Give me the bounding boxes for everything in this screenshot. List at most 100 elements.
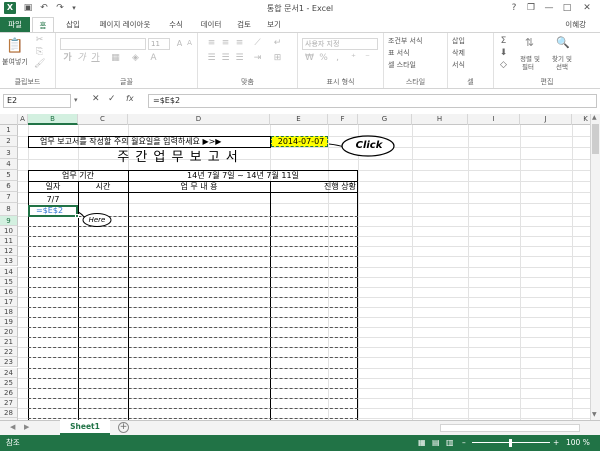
maximize-button[interactable]: □ bbox=[558, 1, 576, 15]
editing-group-label: 편집 bbox=[540, 78, 554, 86]
scroll-down-icon[interactable]: ▼ bbox=[592, 411, 597, 418]
zoom-out-button[interactable]: – bbox=[462, 435, 466, 451]
autosum-icon[interactable]: Σ bbox=[498, 36, 509, 47]
format-as-table-button[interactable]: 표 서식 bbox=[388, 48, 410, 58]
tab-data[interactable]: 데이터 bbox=[194, 17, 228, 32]
merge-center-icon[interactable]: ⊞ bbox=[272, 53, 283, 64]
align-left-icon[interactable]: ☰ bbox=[206, 53, 217, 64]
comma-style-icon[interactable]: , bbox=[332, 53, 343, 64]
page-layout-view-icon[interactable]: ▤ bbox=[432, 435, 440, 451]
sort-filter-icon[interactable]: ⇅ bbox=[524, 37, 535, 48]
delete-cells-button[interactable]: 삭제 bbox=[452, 48, 465, 58]
clipboard-group: 📋 붙여넣기 ✂ ⎘ 🖌 클립보드 bbox=[0, 33, 56, 88]
scroll-up-icon[interactable]: ▲ bbox=[592, 114, 597, 121]
prev-sheet-icon[interactable]: ◀ bbox=[10, 423, 15, 431]
borders-icon[interactable]: ▦ bbox=[110, 53, 121, 64]
filter-label[interactable]: 필터 bbox=[522, 61, 534, 71]
insert-cells-button[interactable]: 삽입 bbox=[452, 36, 465, 46]
zoom-slider-thumb[interactable] bbox=[509, 439, 512, 447]
font-color-icon[interactable]: A bbox=[148, 53, 159, 64]
orientation-icon[interactable]: ⟋ bbox=[252, 38, 263, 49]
cell-styles-button[interactable]: 셀 스타일 bbox=[388, 60, 416, 70]
insert-function-icon[interactable]: fx bbox=[126, 94, 134, 103]
paste-label[interactable]: 붙여넣기 bbox=[2, 57, 28, 67]
name-box[interactable]: E2 bbox=[3, 94, 71, 108]
status-bar: 참조 ▦ ▤ ▥ – + 100 % bbox=[0, 435, 600, 451]
font-name-box[interactable] bbox=[60, 38, 146, 50]
clipboard-group-label: 클립보드 bbox=[14, 78, 41, 86]
underline-button[interactable]: 가 bbox=[90, 53, 101, 64]
cancel-icon[interactable]: ✕ bbox=[92, 94, 100, 104]
cells-group: 삽입 삭제 서식 셀 bbox=[448, 33, 494, 88]
close-button[interactable]: ✕ bbox=[578, 1, 596, 15]
zoom-in-button[interactable]: + bbox=[553, 435, 559, 451]
decrease-decimal-icon[interactable]: ⁻ bbox=[362, 53, 373, 64]
bold-button[interactable]: 가 bbox=[62, 53, 73, 64]
format-painter-icon[interactable]: 🖌 bbox=[34, 59, 45, 70]
fill-color-icon[interactable]: ◈ bbox=[130, 53, 141, 64]
sheet-tab-sheet1[interactable]: Sheet1 bbox=[60, 420, 110, 435]
ribbon: 📋 붙여넣기 ✂ ⎘ 🖌 클립보드 11 A A 가 가 가 ▦ ◈ A 글꼴 … bbox=[0, 32, 600, 89]
fill-icon[interactable]: ⬇ bbox=[498, 48, 509, 59]
editing-group: Σ ⬇ ◇ ⇅ 정렬 및 필터 🔍 찾기 및 선택 편집 bbox=[494, 33, 600, 88]
clear-icon[interactable]: ◇ bbox=[498, 60, 509, 71]
click-annotation: Click bbox=[355, 140, 383, 151]
align-bottom-icon[interactable]: ≡ bbox=[234, 38, 245, 49]
paste-icon[interactable]: 📋 bbox=[6, 37, 23, 55]
tab-view[interactable]: 보기 bbox=[262, 17, 286, 32]
increase-decimal-icon[interactable]: ⁺ bbox=[348, 53, 359, 64]
annotation-layer bbox=[77, 135, 395, 227]
copy-icon[interactable]: ⎘ bbox=[34, 47, 45, 58]
styles-group: 조건부 서식 표 서식 셀 스타일 스타일 bbox=[384, 33, 448, 88]
shrink-font-icon[interactable]: A bbox=[184, 38, 195, 49]
align-center-icon[interactable]: ☰ bbox=[220, 53, 231, 64]
wrap-text-icon[interactable]: ↵ bbox=[272, 38, 283, 49]
here-annotation: Here bbox=[88, 216, 106, 224]
zoom-level[interactable]: 100 % bbox=[566, 435, 590, 451]
formula-bar: E2 ▾ ✕ ✓ fx =$E$2 bbox=[0, 92, 600, 110]
status-mode: 참조 bbox=[6, 438, 20, 447]
format-cells-button[interactable]: 서식 bbox=[452, 60, 465, 70]
number-format-box[interactable]: 사용자 지정 bbox=[302, 38, 378, 50]
currency-icon[interactable]: ₩ bbox=[304, 53, 315, 64]
here-pointer bbox=[77, 211, 85, 218]
scroll-thumb[interactable] bbox=[592, 124, 599, 154]
vertical-scrollbar[interactable]: ▲ ▼ bbox=[590, 114, 600, 420]
tab-insert[interactable]: 삽입 bbox=[60, 17, 86, 32]
new-sheet-button[interactable]: + bbox=[118, 422, 129, 433]
minimize-button[interactable]: — bbox=[540, 1, 558, 15]
tab-file[interactable]: 파일 bbox=[0, 17, 30, 32]
page-break-view-icon[interactable]: ▥ bbox=[446, 435, 454, 451]
align-middle-icon[interactable]: ≡ bbox=[220, 38, 231, 49]
worksheet-grid[interactable]: ABCDEFGHIJK 1 2 3 4 5 6 7 8 9 10 11 12 13 14 15 16 17 18 1… bbox=[0, 114, 590, 420]
find-binoculars-icon[interactable]: 🔍 bbox=[556, 37, 570, 48]
alignment-group: ≡ ≡ ≡ ⟋ ↵ ☰ ☰ ☰ ⇥ ⊞ 맞춤 bbox=[198, 33, 298, 88]
formula-input[interactable]: =$E$2 bbox=[148, 94, 597, 108]
conditional-format-button[interactable]: 조건부 서식 bbox=[388, 36, 422, 46]
user-name[interactable]: 이혜강 bbox=[565, 17, 586, 32]
alignment-group-label: 맞춤 bbox=[241, 78, 254, 86]
tab-review[interactable]: 검토 bbox=[232, 17, 256, 32]
cut-icon[interactable]: ✂ bbox=[34, 35, 45, 46]
ribbon-tabs: 파일 홈 삽입 페이지 레이아웃 수식 데이터 검토 보기 bbox=[0, 17, 600, 33]
name-box-dropdown-icon[interactable]: ▾ bbox=[74, 96, 78, 104]
align-top-icon[interactable]: ≡ bbox=[206, 38, 217, 49]
font-size-box[interactable]: 11 bbox=[148, 38, 170, 50]
tab-page-layout[interactable]: 페이지 레이아웃 bbox=[90, 17, 160, 32]
indent-icon[interactable]: ⇥ bbox=[252, 53, 263, 64]
horizontal-scrollbar[interactable] bbox=[440, 424, 580, 432]
enter-icon[interactable]: ✓ bbox=[108, 94, 116, 104]
tab-home[interactable]: 홈 bbox=[32, 17, 54, 33]
select-label[interactable]: 선택 bbox=[556, 61, 568, 71]
normal-view-icon[interactable]: ▦ bbox=[418, 435, 426, 451]
help-button[interactable]: ? bbox=[505, 1, 523, 15]
sheet-tab-bar: ◀ ▶ Sheet1 + bbox=[0, 420, 600, 435]
align-right-icon[interactable]: ☰ bbox=[234, 53, 245, 64]
italic-button[interactable]: 가 bbox=[76, 53, 87, 64]
percent-icon[interactable]: % bbox=[318, 53, 329, 64]
next-sheet-icon[interactable]: ▶ bbox=[24, 423, 29, 431]
number-group: 사용자 지정 ₩ % , ⁺ ⁻ 표시 형식 bbox=[298, 33, 384, 88]
ribbon-display-button[interactable]: ❐ bbox=[522, 1, 540, 15]
tab-formulas[interactable]: 수식 bbox=[164, 17, 188, 32]
font-group-label: 글꼴 bbox=[120, 78, 133, 86]
